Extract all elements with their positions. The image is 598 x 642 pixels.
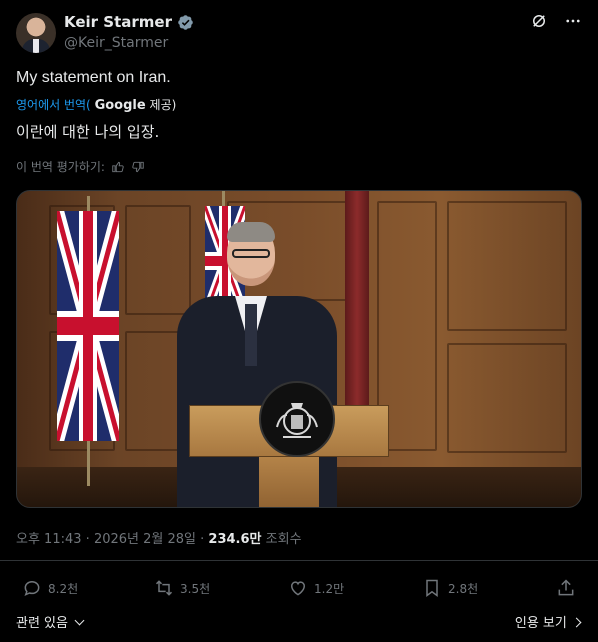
tweet-text: My statement on Iran. bbox=[16, 69, 171, 86]
translation-provider[interactable]: Google bbox=[95, 98, 146, 113]
translated-by-suffix: 제공) bbox=[149, 98, 177, 112]
thumbs-down-icon[interactable] bbox=[131, 160, 145, 174]
reply-button[interactable]: 8.2천 bbox=[22, 578, 78, 598]
repost-icon bbox=[155, 580, 173, 596]
author-handle[interactable]: @Keir_Starmer bbox=[64, 35, 168, 51]
wall-panel bbox=[447, 343, 567, 453]
header-actions bbox=[530, 12, 582, 30]
author-name-label[interactable]: Keir Starmer bbox=[64, 13, 172, 31]
verified-badge-icon bbox=[178, 14, 193, 30]
share-icon bbox=[558, 579, 574, 596]
related-label[interactable]: 관련 있음 bbox=[16, 616, 68, 631]
more-icon[interactable] bbox=[564, 12, 582, 30]
repost-button[interactable]: 3.5천 bbox=[154, 578, 210, 598]
wall-panel bbox=[447, 201, 567, 331]
share-button[interactable] bbox=[556, 578, 576, 598]
speaker-hair bbox=[227, 222, 275, 242]
translation-source[interactable]: 영어에서 번역( Google 제공) bbox=[16, 96, 176, 113]
chevron-down-icon bbox=[74, 615, 85, 626]
speaker-glasses bbox=[232, 249, 270, 258]
tweet-meta: 오후 11:43 · 2026년 2월 28일 · 234.6만 조회수 bbox=[16, 528, 302, 547]
tweet-header: Keir Starmer @Keir_Starmer bbox=[16, 10, 582, 56]
views-count: 234.6만 bbox=[208, 532, 262, 547]
quotes-label[interactable]: 인용 보기 bbox=[515, 616, 567, 631]
rate-translation-label: 이 번역 평가하기: bbox=[16, 160, 105, 174]
chevron-right-icon bbox=[571, 617, 582, 628]
lectern-stem bbox=[259, 457, 319, 507]
like-button[interactable]: 1.2만 bbox=[288, 578, 344, 598]
reply-count: 8.2천 bbox=[48, 581, 79, 596]
crest-emblem bbox=[276, 403, 318, 438]
view-quotes-link[interactable]: 인용 보기 bbox=[515, 612, 582, 631]
royal-crest-icon bbox=[259, 381, 335, 457]
related-toggle[interactable]: 관련 있음 bbox=[16, 612, 85, 631]
union-flag-icon bbox=[57, 211, 119, 441]
tweet-image[interactable] bbox=[16, 190, 582, 508]
bookmark-button[interactable]: 2.8천 bbox=[422, 578, 478, 598]
views-label: 조회수 bbox=[265, 532, 302, 547]
bookmark-count: 2.8천 bbox=[448, 581, 479, 596]
speaker-tie bbox=[245, 304, 257, 366]
thumbs-up-icon[interactable] bbox=[111, 160, 125, 174]
action-bar: 8.2천 3.5천 1.2만 2.8천 bbox=[16, 578, 582, 600]
grok-icon[interactable] bbox=[530, 12, 548, 30]
translated-by-prefix[interactable]: 영어에서 번역( bbox=[16, 98, 91, 112]
author-name[interactable]: Keir Starmer bbox=[64, 13, 194, 31]
tweet-time[interactable]: 오후 11:43 bbox=[16, 532, 82, 547]
avatar[interactable] bbox=[16, 13, 56, 53]
translated-text: 이란에 대한 나의 입장. bbox=[16, 123, 160, 141]
lectern bbox=[189, 381, 389, 507]
heart-icon bbox=[290, 581, 306, 596]
rate-translation: 이 번역 평가하기: bbox=[16, 158, 145, 175]
bookmark-icon bbox=[426, 579, 438, 597]
meta-separator: · bbox=[200, 532, 205, 547]
divider bbox=[0, 560, 598, 561]
avatar-shirt bbox=[33, 39, 39, 53]
like-count: 1.2만 bbox=[314, 581, 345, 596]
tweet-date[interactable]: 2026년 2월 28일 bbox=[94, 532, 196, 547]
repost-count: 3.5천 bbox=[180, 581, 211, 596]
red-curtain bbox=[345, 191, 369, 431]
reply-icon bbox=[24, 580, 40, 597]
meta-separator: · bbox=[85, 532, 90, 547]
